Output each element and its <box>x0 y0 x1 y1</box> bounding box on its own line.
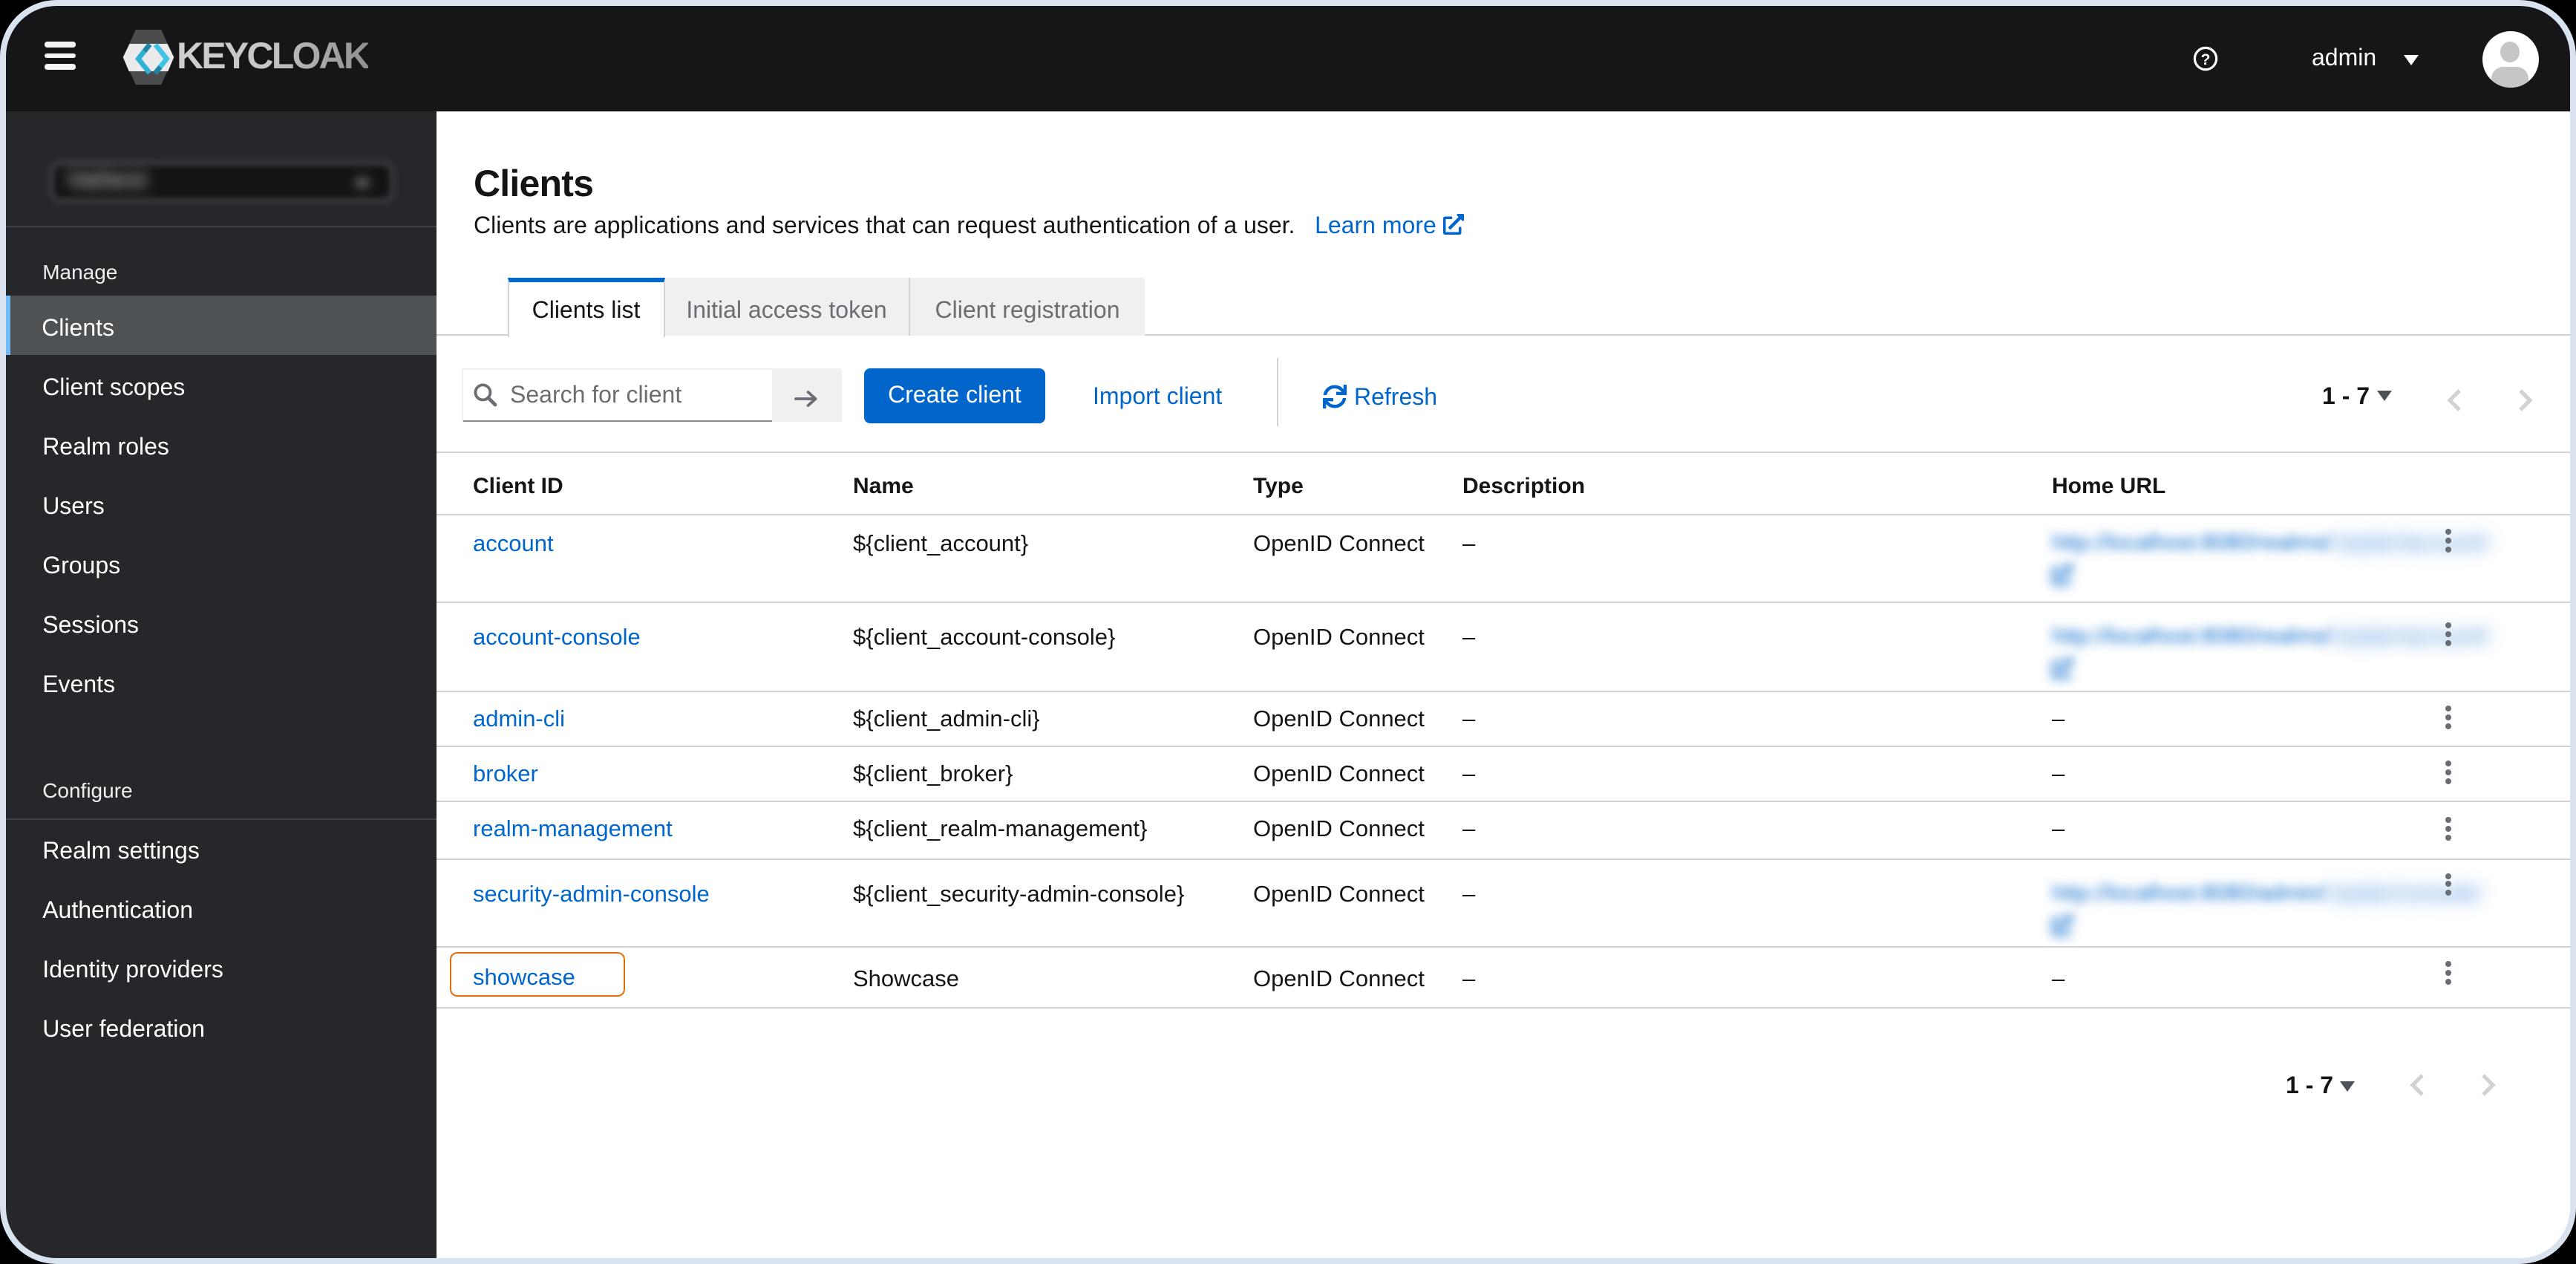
svg-text:?: ? <box>2201 51 2211 68</box>
